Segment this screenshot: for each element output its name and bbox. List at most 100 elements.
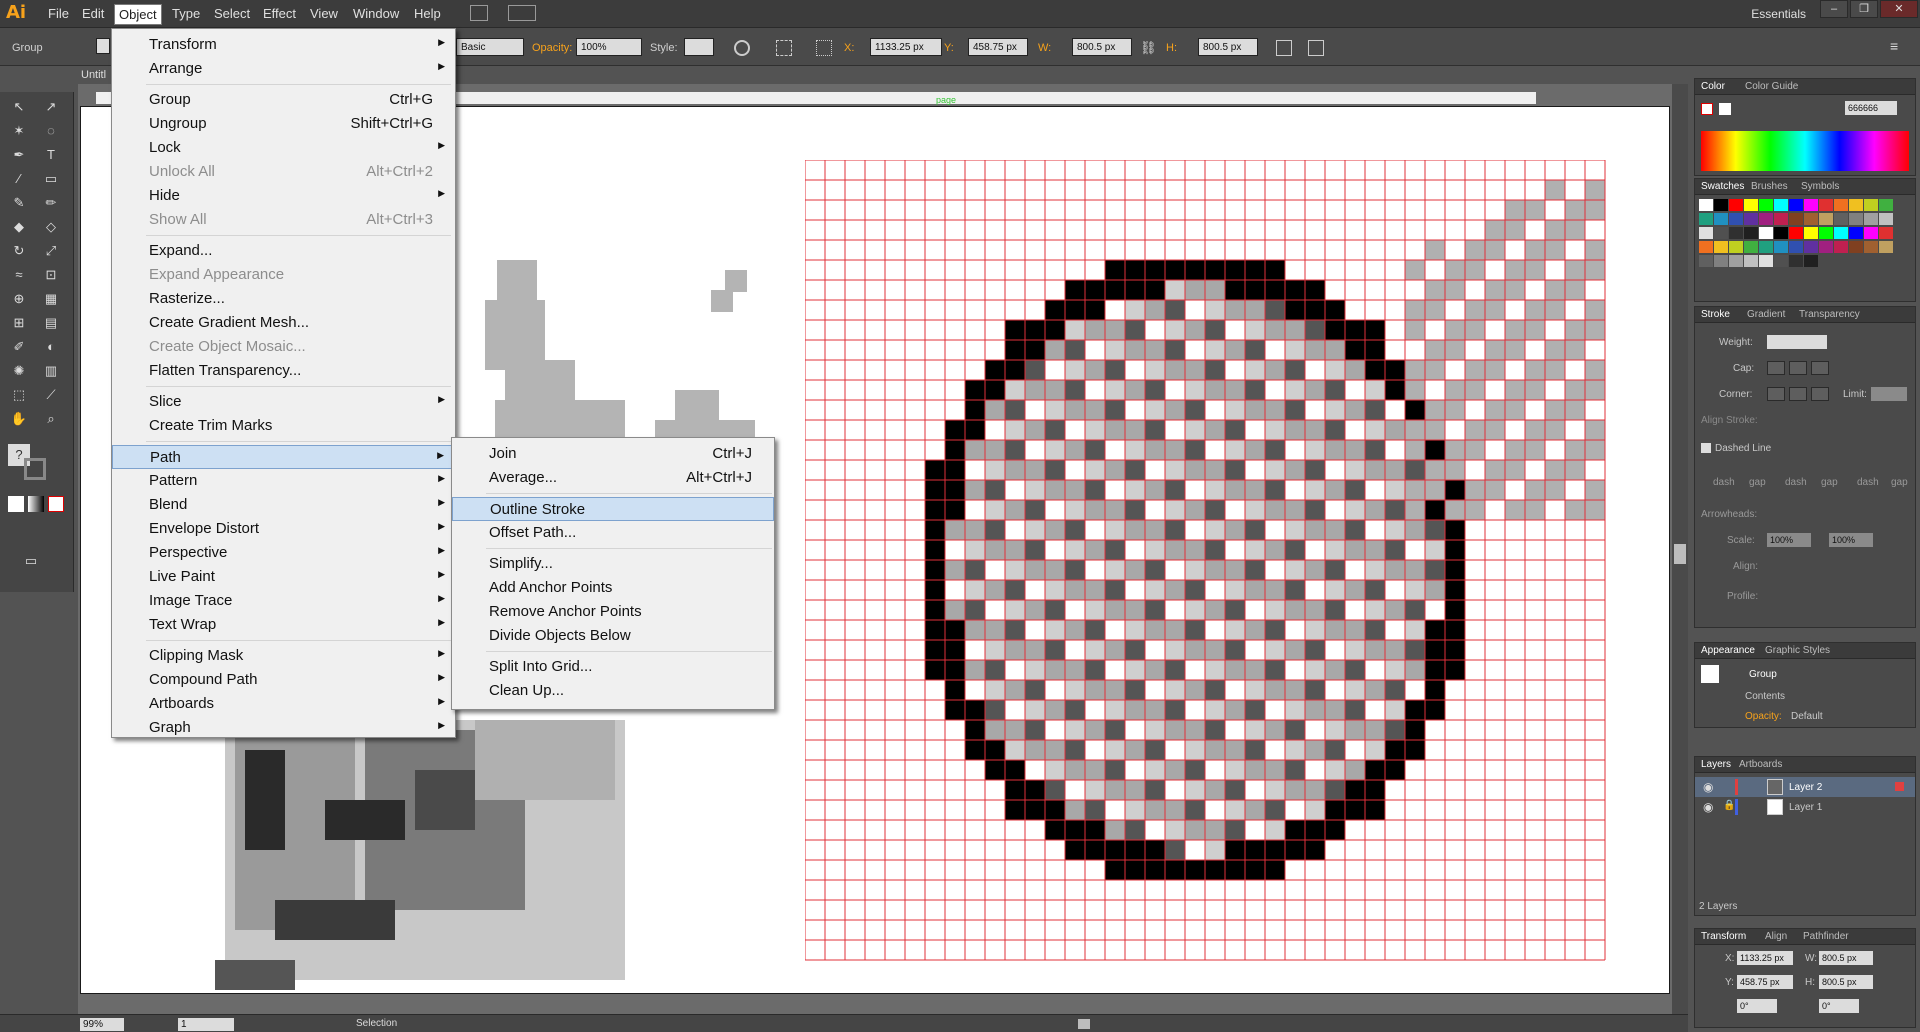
path-menu-item[interactable]: Clean Up... [452,679,774,703]
rotate-tool-icon[interactable]: ↻ [8,240,30,262]
menu-select[interactable]: Select [214,6,250,21]
line-tool-icon[interactable]: ∕ [8,168,30,190]
object-menu-item[interactable]: Lock ▶ [112,136,455,160]
x-field[interactable]: 1133.25 px [870,38,942,56]
menu-object[interactable]: Object [114,4,162,25]
object-menu-item[interactable]: Expand... [112,239,455,263]
swatch[interactable] [1834,199,1848,211]
scale-tool-icon[interactable]: ⤢ [40,240,62,262]
miter-join-icon[interactable] [1767,387,1785,401]
shear-angle-field[interactable]: 0° [1819,999,1859,1013]
swatch[interactable] [1714,255,1728,267]
menu-effect[interactable]: Effect [263,6,296,21]
tab-transform[interactable]: Transform [1701,931,1746,942]
object-menu-item[interactable]: Envelope Distort ▶ [112,517,455,541]
transform-icon[interactable] [1276,40,1292,56]
tab-appearance[interactable]: Appearance [1701,645,1755,656]
swatch[interactable] [1699,255,1713,267]
object-menu-item[interactable]: Compound Path ▶ [112,668,455,692]
direct-selection-tool-icon[interactable]: ↗ [40,96,62,118]
swatch[interactable] [1879,199,1893,211]
swatch[interactable] [1789,241,1803,253]
object-menu-item[interactable]: Pattern ▶ [112,469,455,493]
transform-h-field[interactable]: 800.5 px [1819,975,1873,989]
object-menu-item[interactable]: Rasterize... [112,287,455,311]
swatch[interactable] [1774,227,1788,239]
path-menu-item[interactable]: Remove Anchor Points [452,600,774,624]
magic-wand-tool-icon[interactable]: ✶ [8,120,30,142]
lasso-tool-icon[interactable]: ◌ [40,120,62,142]
object-menu-item[interactable]: Artboards ▶ [112,692,455,716]
lock-icon[interactable]: 🔒 [1723,800,1735,811]
round-join-icon[interactable] [1789,387,1807,401]
stroke-color-icon[interactable] [24,458,46,480]
transform-w-field[interactable]: 800.5 px [1819,951,1873,965]
paintbrush-tool-icon[interactable]: ✎ [8,192,30,214]
align-to-icon[interactable] [776,40,792,56]
swatch[interactable] [1834,227,1848,239]
swatch[interactable] [1744,241,1758,253]
swatch-grid[interactable] [1699,199,1899,285]
hex-field[interactable]: 666666 [1845,101,1897,115]
arrange-documents-icon[interactable] [508,5,536,21]
swatch[interactable] [1699,213,1713,225]
column-graph-tool-icon[interactable]: ▥ [40,360,62,382]
workspace-switcher[interactable]: Essentials [1751,7,1806,21]
swatch[interactable] [1789,255,1803,267]
tab-brushes[interactable]: Brushes [1751,181,1788,192]
slice-tool-icon[interactable]: ⟋ [40,384,62,406]
rectangle-tool-icon[interactable]: ▭ [40,168,62,190]
swatch[interactable] [1864,199,1878,211]
mesh-tool-icon[interactable]: ⊞ [8,312,30,334]
object-menu-item[interactable]: Hide ▶ [112,184,455,208]
zoom-field[interactable]: 99% [80,1018,124,1031]
tab-align[interactable]: Align [1765,931,1787,942]
layer-name[interactable]: Layer 1 [1789,802,1822,813]
tab-color[interactable]: Color [1701,81,1725,92]
fill-none-swatch[interactable] [1701,103,1713,115]
style-select[interactable] [684,38,714,56]
stroke-swatch[interactable] [1719,103,1731,115]
swatch[interactable] [1804,199,1818,211]
object-menu-item[interactable]: Ungroup Shift+Ctrl+G [112,112,455,136]
swatch[interactable] [1774,255,1788,267]
fill-swatch[interactable] [96,38,110,54]
object-menu-item[interactable]: Slice ▶ [112,390,455,414]
swatch[interactable] [1729,213,1743,225]
swatch[interactable] [1879,213,1893,225]
pen-tool-icon[interactable]: ✒ [8,144,30,166]
object-menu-item[interactable]: Path ▶ [112,445,455,469]
swatch[interactable] [1879,227,1893,239]
swatch[interactable] [1729,227,1743,239]
panel-menu-icon[interactable]: ≡ [1890,38,1898,54]
tab-stroke[interactable]: Stroke [1701,309,1730,320]
swatch[interactable] [1804,255,1818,267]
artboard-number-field[interactable]: 1 [178,1018,234,1031]
swatch[interactable] [1759,241,1773,253]
dashed-line-checkbox[interactable] [1701,443,1711,453]
transform-x-field[interactable]: 1133.25 px [1737,951,1793,965]
w-field[interactable]: 800.5 px [1072,38,1132,56]
tab-layers[interactable]: Layers [1701,759,1731,770]
path-menu-item[interactable]: Outline Stroke [452,497,774,521]
menu-help[interactable]: Help [414,6,441,21]
swatch[interactable] [1729,255,1743,267]
blend-tool-icon[interactable]: ◐ [40,336,62,358]
bevel-join-icon[interactable] [1811,387,1829,401]
reference-point-icon[interactable] [816,40,832,56]
swatch[interactable] [1804,213,1818,225]
tab-graphic-styles[interactable]: Graphic Styles [1765,645,1830,656]
selection-tool-icon[interactable]: ↖ [8,96,30,118]
swatch[interactable] [1849,227,1863,239]
swatch[interactable] [1759,227,1773,239]
swatch[interactable] [1714,241,1728,253]
eyedropper-tool-icon[interactable]: ✐ [8,336,30,358]
tab-symbols[interactable]: Symbols [1801,181,1839,192]
start-scale-field[interactable]: 100% [1767,533,1811,547]
constrain-proportions-icon[interactable]: ⛓ [1140,40,1157,56]
swatch[interactable] [1819,199,1833,211]
swatch[interactable] [1849,213,1863,225]
swatch[interactable] [1759,255,1773,267]
weight-field[interactable] [1767,335,1827,349]
color-spectrum[interactable] [1701,131,1909,171]
